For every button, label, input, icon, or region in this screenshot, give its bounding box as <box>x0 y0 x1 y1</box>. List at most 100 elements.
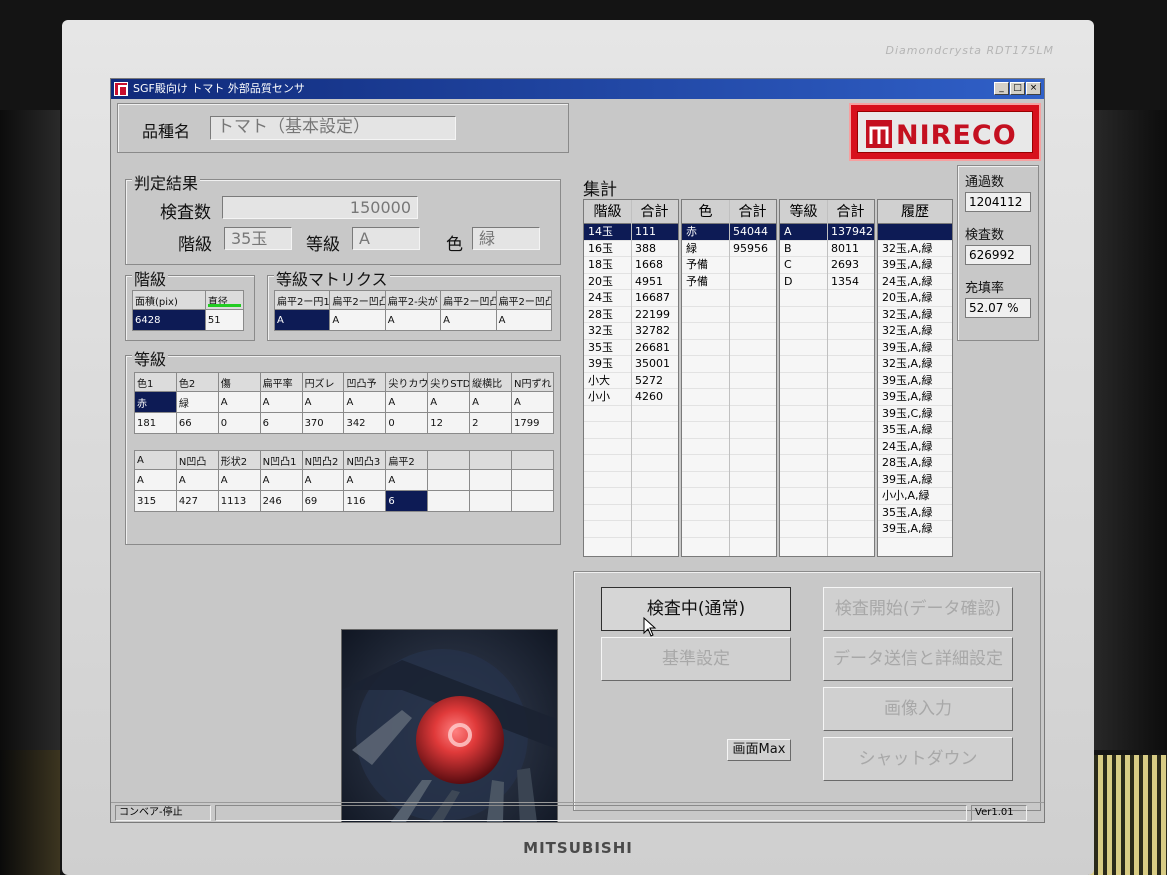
history-list-row[interactable] <box>878 224 952 241</box>
tokyu-grade: 赤 <box>134 391 177 413</box>
kaikyu-cell <box>584 521 631 537</box>
kaikyu-cell: 14玉 <box>588 225 613 238</box>
history-list-row[interactable]: 小小,A,緑 <box>878 488 952 505</box>
grade-cell <box>780 472 827 488</box>
matrix-header: 扁平2-尖が <box>384 290 442 310</box>
grade-cell: 8011 <box>831 241 859 255</box>
history-list-row[interactable]: 24玉,A,緑 <box>878 439 952 455</box>
baseline-button[interactable]: 基準設定 <box>601 637 791 681</box>
history-list-row[interactable]: 39玉,A,緑 <box>878 472 952 488</box>
tokyu-header <box>427 450 471 470</box>
kaikyu-cell: 32782 <box>635 324 670 337</box>
history-list-header: 履歴 <box>878 200 952 224</box>
color-cell <box>729 422 776 438</box>
pass-count-label: 通過数 <box>965 175 1005 190</box>
tokyu-grade: A <box>469 391 513 413</box>
history-list-row[interactable]: 24玉,A,緑 <box>878 274 952 290</box>
kaikyu-cell: 388 <box>635 241 656 255</box>
tokyu-grade: A <box>427 391 471 413</box>
grade-cell <box>827 307 874 323</box>
nireco-text: NIRECO <box>896 120 1017 151</box>
history-list-row[interactable]: 32玉,A,緑 <box>878 323 952 340</box>
image-input-button[interactable]: 画像入力 <box>823 687 1013 731</box>
tokyu-grade: A <box>134 469 177 491</box>
history-entry <box>878 224 952 240</box>
close-button[interactable]: × <box>1026 82 1041 95</box>
color-cell: 95956 <box>733 241 768 255</box>
monitor-model: Diamondcrysta RDT175LM <box>885 44 1054 57</box>
window-title: SGF殿向け トマト 外部品質センサ <box>133 82 305 95</box>
tokyu-value <box>427 490 471 512</box>
history-list-row[interactable]: 32玉,A,緑 <box>878 241 952 257</box>
grade-cell: B <box>784 241 792 255</box>
history-list-row[interactable]: 39玉,A,緑 <box>878 257 952 274</box>
grade-cell <box>827 455 874 471</box>
tokyu-header: 縦横比 <box>469 372 513 392</box>
history-header-label: 履歴 <box>901 204 929 220</box>
mouse-cursor-icon <box>643 617 657 637</box>
history-list-row[interactable]: 39玉,A,緑 <box>878 340 952 356</box>
grade-cell <box>827 340 874 356</box>
screen-max-button[interactable]: 画面Max <box>727 739 791 761</box>
history-list-row[interactable]: 39玉,A,緑 <box>878 521 952 538</box>
camera-image <box>341 629 558 822</box>
kaikyu-cell <box>631 406 678 422</box>
color-cell <box>729 455 776 471</box>
summary-grade-list[interactable]: 等級 合計 A 137942 B 8011 C 2693 D 1354 <box>779 199 875 557</box>
inspect-count-field: 150000 <box>222 196 418 219</box>
history-list-row[interactable]: 32玉,A,緑 <box>878 356 952 373</box>
grade-cell <box>827 521 874 537</box>
history-entry: 32玉,A,緑 <box>882 357 933 370</box>
tokyu-value: 1113 <box>217 490 261 512</box>
history-list-row[interactable]: 35玉,A,緑 <box>878 422 952 439</box>
history-list-row[interactable]: 28玉,A,緑 <box>878 455 952 472</box>
tokyu-value: 370 <box>301 412 345 434</box>
matrix-value: A <box>495 309 553 331</box>
color-cell <box>729 340 776 356</box>
tokyu-value <box>469 490 513 512</box>
title-bar[interactable]: SGF殿向け トマト 外部品質センサ _ □ × <box>111 79 1044 99</box>
nireco-mark-icon <box>866 120 892 148</box>
kaikyu-cell <box>631 439 678 455</box>
version-label: Ver1.01 <box>971 805 1027 821</box>
inspecting-button[interactable]: 検査中(通常) <box>601 587 791 631</box>
minimize-button[interactable]: _ <box>994 82 1009 95</box>
history-entry: 28玉,A,緑 <box>882 456 933 469</box>
history-list-row[interactable]: 35玉,A,緑 <box>878 505 952 521</box>
history-list-row[interactable]: 20玉,A,緑 <box>878 290 952 307</box>
grade-cell <box>780 323 827 339</box>
kaikyu-cell: 39玉 <box>588 357 613 370</box>
tokyu-header: N凹凸1 <box>259 450 303 470</box>
tokyu-grade: A <box>343 391 387 413</box>
tokyu-panel: 等級 色1色2傷扁平率円ズレ凹凸予尖りカウン尖りSTD縦横比N円ずれ赤緑AAAA… <box>125 346 561 545</box>
color-cell: 予備 <box>686 274 708 288</box>
history-list-row[interactable]: 32玉,A,緑 <box>878 307 952 323</box>
kaikyu-cell <box>584 505 631 521</box>
summary-kaikyu-list[interactable]: 階級 合計 14玉 111 16玉 388 18玉 1668 20玉 4951 24玉 16687 28… <box>583 199 679 557</box>
judgement-title: 判定結果 <box>132 170 201 194</box>
history-list-row[interactable]: 39玉,C,緑 <box>878 406 952 422</box>
grade-cell <box>780 422 827 438</box>
kaikyu-cell: 1668 <box>635 258 663 271</box>
status-middle <box>215 805 967 821</box>
product-field[interactable]: トマト（基本設定） <box>210 116 456 140</box>
kaikyu-diameter-value: 51 <box>204 309 245 331</box>
history-list-row[interactable]: 39玉,A,緑 <box>878 389 952 406</box>
kaikyu-cell <box>631 422 678 438</box>
judgement-panel: 判定結果 検査数 150000 階級 35玉 等級 A 色 緑 <box>125 170 561 265</box>
data-send-button[interactable]: データ送信と詳細設定 <box>823 637 1013 681</box>
kaikyu-cell: 18玉 <box>588 258 613 271</box>
grade-cell <box>827 488 874 504</box>
history-entry: 39玉,A,緑 <box>882 390 933 403</box>
matrix-header: 扁平2ー凹凸 <box>329 290 386 310</box>
summary-history-list[interactable]: 履歴 32玉,A,緑 39玉,A,緑 24玉,A,緑 20玉,A,緑 32玉,A,緑 32玉… <box>877 199 953 557</box>
maximize-button[interactable]: □ <box>1010 82 1025 95</box>
inspect-total-label: 検査数 <box>965 228 1005 243</box>
color-cell <box>729 389 776 405</box>
summary-color-list[interactable]: 色合計赤 54044 緑 95956 予備 予備 <box>681 199 777 557</box>
start-inspect-button[interactable]: 検査開始(データ確認) <box>823 587 1013 631</box>
history-list-row[interactable]: 39玉,A,緑 <box>878 373 952 389</box>
tokyu-grade: A <box>175 469 219 491</box>
tokyu-value: 342 <box>343 412 387 434</box>
shutdown-button[interactable]: シャットダウン <box>823 737 1013 781</box>
